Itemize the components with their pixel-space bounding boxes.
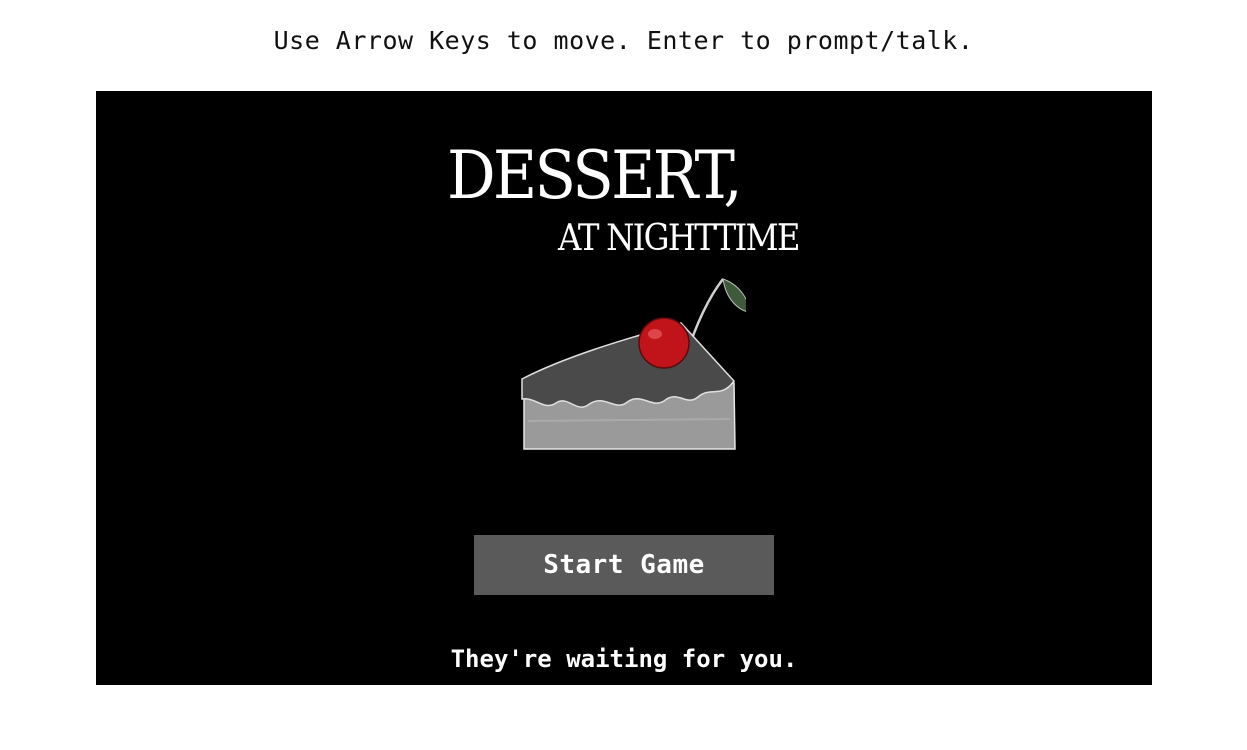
cake-top <box>521 322 735 408</box>
game-subtitle: AT NIGHTTIME <box>558 218 800 259</box>
cherry-leaf <box>722 278 746 312</box>
tagline-text: They're waiting for you. <box>450 645 798 673</box>
game-title: DESSERT, <box>447 137 743 214</box>
cake-slice-with-cherry-icon <box>521 278 746 450</box>
start-game-button[interactable]: Start Game <box>474 535 774 595</box>
game-canvas[interactable]: DESSERT, AT NIGHTTIME Start Game They're… <box>96 91 1152 685</box>
instructions-text: Use Arrow Keys to move. Enter to prompt/… <box>273 26 974 55</box>
cherry <box>638 317 690 369</box>
